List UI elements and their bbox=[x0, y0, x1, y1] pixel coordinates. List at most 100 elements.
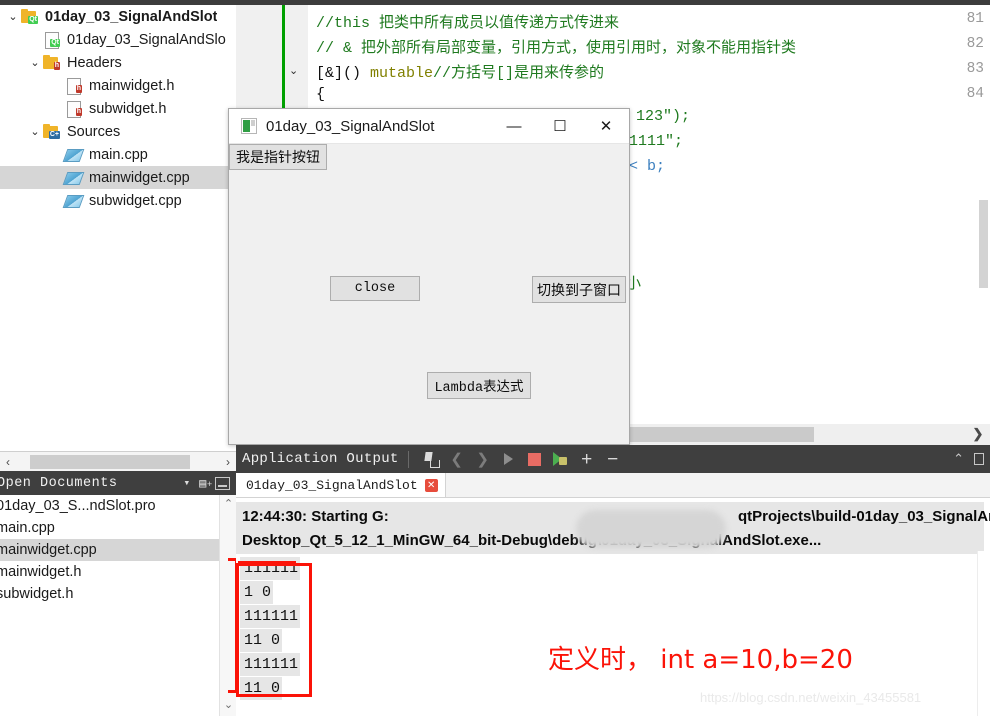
tree-item-label: subwidget.h bbox=[89, 100, 167, 117]
qt-app-window[interactable]: 01day_03_SignalAndSlot — ☐ ✕ 我是指针按钮 close… bbox=[228, 108, 630, 445]
minimize-icon[interactable]: — bbox=[491, 109, 537, 144]
run-icon[interactable] bbox=[496, 445, 522, 473]
folder-qt-icon: Qt bbox=[20, 8, 40, 25]
file-cpp-icon bbox=[64, 169, 84, 186]
maximize-icon[interactable]: ☐ bbox=[537, 109, 583, 144]
code-token: // & 把外部所有局部变量，引用方式，使用引用时，对象不能用指针类 bbox=[316, 40, 797, 57]
code-line[interactable]: { bbox=[316, 86, 325, 103]
toolbar-divider bbox=[407, 450, 409, 468]
code-line[interactable]: //this 把类中所有成员以值传递方式传进来 bbox=[316, 11, 619, 32]
open-document-label: mainwidget.cpp bbox=[0, 542, 97, 558]
chevron-down-icon[interactable]: ⌄ bbox=[28, 126, 42, 138]
output-log-line: 12:44:30: Starting G: bbox=[242, 508, 389, 525]
qt-button-switch[interactable]: 切换到子窗口 bbox=[532, 276, 626, 303]
output-header-right: ⌃ bbox=[943, 451, 990, 467]
project-tree-hscrollbar[interactable]: ‹ › bbox=[0, 451, 236, 471]
fold-toggle-icon[interactable]: ⌄ bbox=[289, 64, 298, 77]
open-document-item[interactable]: mainwidget.cpp bbox=[0, 539, 236, 561]
tree-item-label: 01day_03_SignalAndSlot bbox=[45, 8, 218, 25]
tree-item[interactable]: subwidget.cpp bbox=[0, 189, 236, 212]
menu-icon[interactable] bbox=[215, 476, 230, 490]
folder-h-icon: h bbox=[42, 54, 62, 71]
tab-01day-03-signalandslot[interactable]: 01day_03_SignalAndSlot ✕ bbox=[236, 473, 446, 497]
console-output-line: 111111 bbox=[244, 656, 299, 673]
prev-item-icon[interactable]: ❮ bbox=[444, 445, 470, 473]
split-icon[interactable]: ▤+ bbox=[197, 476, 215, 491]
icon-badge: Qt bbox=[50, 39, 60, 47]
collapse-icon[interactable]: ⌃ bbox=[943, 451, 974, 467]
editor-scroll-right-icon[interactable]: ❯ bbox=[970, 426, 986, 442]
editor-vscroll-thumb[interactable] bbox=[979, 200, 988, 288]
tree-item[interactable]: h mainwidget.h bbox=[0, 74, 236, 97]
code-fragment: < b; bbox=[629, 158, 666, 175]
tree-item[interactable]: h subwidget.h bbox=[0, 97, 236, 120]
open-document-label: main.cpp bbox=[0, 520, 55, 536]
qt-button-pointer[interactable]: 我是指针按钮 bbox=[229, 144, 327, 170]
tab-close-icon[interactable]: ✕ bbox=[424, 478, 438, 492]
code-token: //方括号[]是用来传参的 bbox=[433, 65, 605, 82]
chevron-down-icon[interactable]: ⌄ bbox=[6, 11, 20, 23]
scroll-down-icon[interactable]: ⌄ bbox=[220, 698, 236, 714]
chevron-down-icon[interactable]: ▾ bbox=[177, 476, 197, 490]
application-output-tabs[interactable]: 01day_03_SignalAndSlot ✕ bbox=[236, 473, 990, 498]
clean-pane-icon[interactable] bbox=[418, 445, 444, 473]
open-document-item[interactable]: main.cpp bbox=[0, 517, 236, 539]
open-document-item[interactable]: subwidget.h bbox=[0, 583, 236, 605]
open-document-label: 01day_03_S...ndSlot.pro bbox=[0, 498, 156, 514]
zoom-out-icon[interactable]: − bbox=[600, 445, 626, 473]
open-document-item[interactable]: mainwidget.h bbox=[0, 561, 236, 583]
qt-button-close[interactable]: close bbox=[330, 276, 420, 301]
open-documents-list: 01day_03_S...ndSlot.pro main.cpp mainwidge… bbox=[0, 495, 236, 716]
code-line[interactable]: [&]() mutable//方括号[]是用来传参的 bbox=[316, 61, 604, 82]
application-output-header: Application Output ❮ ❯ + − ⌃ bbox=[236, 445, 990, 473]
tab-label: 01day_03_SignalAndSlot bbox=[246, 477, 418, 493]
tree-item[interactable]: ⌄ C+ Sources bbox=[0, 120, 236, 143]
icon-badge: h bbox=[75, 85, 82, 93]
chevron-down-icon[interactable]: ⌄ bbox=[28, 57, 42, 69]
file-h-icon: h bbox=[64, 77, 84, 95]
line-number: 82 bbox=[966, 36, 984, 52]
qt-button-lambda[interactable]: Lambda表达式 bbox=[427, 372, 531, 399]
close-pane-icon[interactable] bbox=[974, 453, 984, 465]
console-output-line: 11 0 bbox=[244, 632, 281, 649]
icon-badge: h bbox=[53, 62, 60, 70]
open-document-item[interactable]: 01day_03_S...ndSlot.pro bbox=[0, 495, 236, 517]
hscroll-track[interactable] bbox=[16, 452, 220, 471]
rerun-icon[interactable] bbox=[548, 445, 574, 473]
stop-icon[interactable] bbox=[522, 445, 548, 473]
line-number: 84 bbox=[966, 86, 984, 102]
code-line[interactable]: // & 把外部所有局部变量，引用方式，使用引用时，对象不能用指针类 bbox=[316, 36, 796, 57]
icon-badge: Qt bbox=[28, 16, 38, 24]
watermark-text: https://blog.csdn.net/weixin_43455581 bbox=[700, 690, 922, 705]
output-vscrollbar[interactable] bbox=[977, 551, 990, 716]
icon-badge: h bbox=[75, 108, 82, 116]
code-token: mutable bbox=[370, 65, 434, 82]
annotation-red-note: 定义时， int a=10,b=20 bbox=[548, 645, 853, 675]
open-documents-scrollbar[interactable]: ⌃ ⌄ bbox=[219, 495, 236, 716]
code-token: { bbox=[316, 86, 326, 103]
folder-c-icon: C+ bbox=[42, 123, 62, 140]
zoom-in-icon[interactable]: + bbox=[574, 445, 600, 473]
application-output-body[interactable]: 12:44:30: Starting G: qtProjects\build-01… bbox=[236, 498, 990, 716]
tree-item[interactable]: ⌄ h Headers bbox=[0, 51, 236, 74]
code-fragment: 123"); bbox=[636, 108, 691, 125]
close-icon[interactable]: ✕ bbox=[583, 109, 629, 144]
line-number: 81 bbox=[966, 11, 984, 27]
tree-item[interactable]: ⌄ Qt 01day_03_SignalAndSlot bbox=[0, 5, 236, 28]
scroll-right-icon[interactable]: › bbox=[220, 455, 236, 469]
screen-root: ⌄ Qt 01day_03_SignalAndSlot Qt 01day_03_Sign… bbox=[0, 0, 990, 716]
application-output-title: Application Output bbox=[242, 451, 399, 467]
next-item-icon[interactable]: ❯ bbox=[470, 445, 496, 473]
qt-window-titlebar[interactable]: 01day_03_SignalAndSlot — ☐ ✕ bbox=[229, 109, 629, 144]
scroll-up-icon[interactable]: ⌃ bbox=[220, 497, 236, 513]
scroll-left-icon[interactable]: ‹ bbox=[0, 455, 16, 469]
hscroll-thumb[interactable] bbox=[30, 455, 190, 469]
tree-item-label: main.cpp bbox=[89, 146, 148, 163]
tree-item[interactable]: mainwidget.cpp bbox=[0, 166, 236, 189]
annotation-red-underline bbox=[238, 561, 296, 564]
tree-item[interactable]: Qt 01day_03_SignalAndSlo bbox=[0, 28, 236, 51]
redacted-path-blur bbox=[576, 510, 726, 548]
file-qt-icon: Qt bbox=[42, 31, 62, 49]
project-tree-pane: ⌄ Qt 01day_03_SignalAndSlot Qt 01day_03_Sign… bbox=[0, 5, 236, 451]
tree-item[interactable]: main.cpp bbox=[0, 143, 236, 166]
